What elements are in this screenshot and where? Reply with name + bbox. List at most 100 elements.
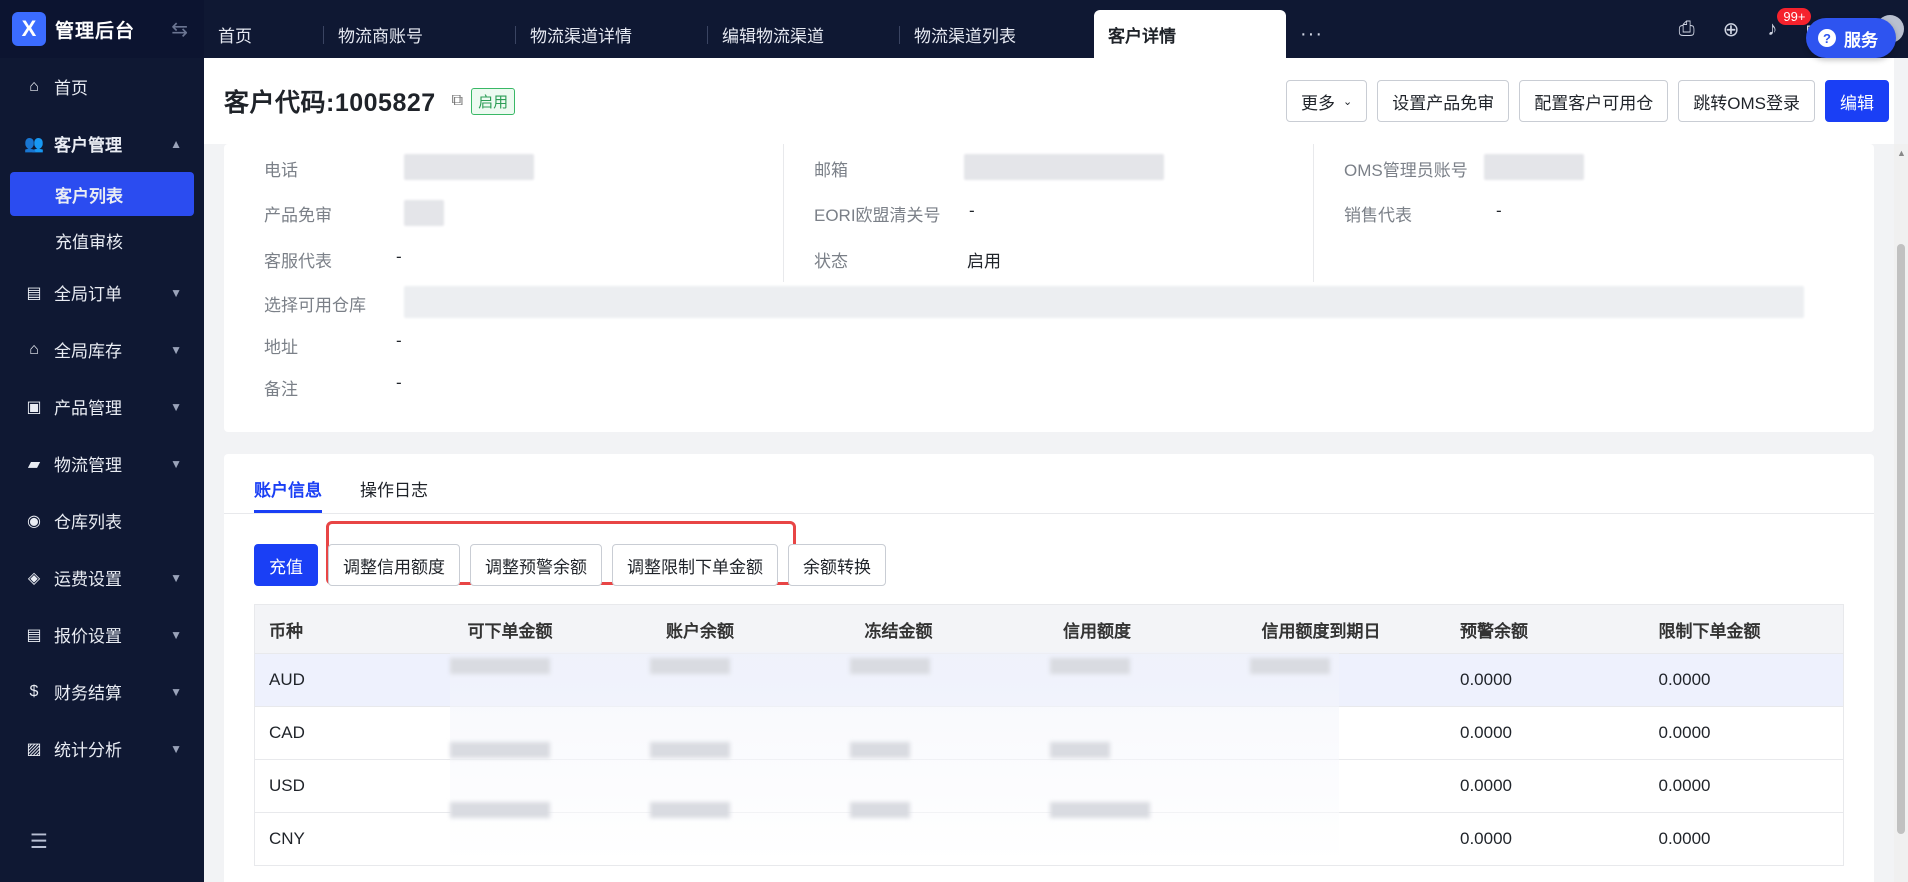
- scroll-up-icon[interactable]: ▲: [1897, 148, 1906, 158]
- warehouse-label: 选择可用仓库: [264, 296, 366, 315]
- brand[interactable]: X 管理后台 ⇆: [0, 0, 204, 58]
- address-label: 地址: [264, 338, 298, 357]
- redacted-amounts: [450, 652, 1339, 862]
- sidebar-item-label: 产品管理: [54, 399, 122, 418]
- sidebar-item-label: 报价设置: [54, 627, 122, 646]
- sidebar-item-quote-settings[interactable]: ▤ 报价设置 ▼: [0, 606, 204, 663]
- remark-label: 备注: [264, 380, 298, 399]
- brand-name: 管理后台: [55, 20, 136, 42]
- order-limit-cell: 0.0000: [1658, 776, 1711, 795]
- finance-icon: $: [29, 682, 39, 700]
- chevron-down-icon: ▼: [170, 342, 182, 357]
- collapse-menu-icon[interactable]: ☰: [30, 829, 48, 854]
- service-button[interactable]: ? 服务: [1806, 18, 1896, 58]
- truck-icon: ▰: [27, 455, 41, 473]
- currency-cell: AUD: [269, 670, 305, 689]
- tab-home[interactable]: 首页: [204, 10, 324, 58]
- tab-label: 物流渠道详情: [530, 26, 632, 46]
- chevron-down-icon: ▼: [170, 570, 182, 585]
- tab-label: 首页: [218, 26, 252, 46]
- edit-button[interactable]: 编辑: [1825, 80, 1889, 122]
- shipping-icon: ◈: [27, 569, 41, 587]
- home-icon: ⌂: [29, 77, 39, 95]
- sidebar-item-customer-list[interactable]: 客户列表: [10, 172, 194, 216]
- page-header: 客户代码:1005827 ⧉ 启用 更多 ⌄ 设置产品免审 配置客户可用仓 跳转O…: [204, 58, 1894, 144]
- column-header: 预警余额: [1460, 621, 1528, 641]
- chevron-down-icon: ▼: [170, 399, 182, 414]
- oms-login-button[interactable]: 跳转OMS登录: [1678, 80, 1815, 122]
- sidebar-item-product-management[interactable]: ▣ 产品管理 ▼: [0, 378, 204, 435]
- copy-icon[interactable]: ⧉: [452, 92, 463, 110]
- status-badge: 启用: [471, 87, 516, 115]
- warning-balance-cell: 0.0000: [1460, 670, 1512, 689]
- tab-operation-log[interactable]: 操作日志: [360, 476, 428, 513]
- sidebar-item-label: 充值审核: [55, 232, 123, 252]
- sidebar-item-finance[interactable]: $ 财务结算 ▼: [0, 663, 204, 720]
- sidebar-item-home[interactable]: ⌂ 首页: [0, 58, 204, 115]
- adjust-order-limit-button[interactable]: 调整限制下单金额: [612, 544, 778, 586]
- column-divider: [1313, 144, 1314, 282]
- location-icon: ◉: [27, 512, 41, 530]
- set-product-exempt-button[interactable]: 设置产品免审: [1377, 80, 1510, 122]
- inbox-icon[interactable]: ⎙: [1679, 18, 1695, 41]
- address-value: -: [396, 331, 402, 350]
- sidebar-item-label: 财务结算: [54, 684, 122, 703]
- tab-channel-list[interactable]: 物流渠道列表: [900, 10, 1094, 58]
- scrollbar-thumb[interactable]: [1897, 244, 1905, 834]
- tab-customer-detail[interactable]: 客户详情: [1094, 10, 1286, 58]
- more-tabs-icon[interactable]: ···: [1286, 10, 1342, 58]
- sidebar-item-recharge-review[interactable]: 充值审核: [0, 216, 204, 264]
- chevron-down-icon: ▼: [170, 684, 182, 699]
- download-icon[interactable]: ⊕: [1723, 17, 1740, 42]
- tab-edit-channel[interactable]: 编辑物流渠道: [708, 10, 900, 58]
- remark-value: -: [396, 373, 402, 392]
- tab-label: 物流渠道列表: [914, 26, 1016, 46]
- column-header: 币种: [269, 621, 303, 641]
- users-icon: 👥: [24, 135, 44, 153]
- balance-transfer-button[interactable]: 余额转换: [788, 544, 886, 586]
- configure-warehouse-button[interactable]: 配置客户可用仓: [1519, 80, 1669, 122]
- chevron-down-icon: ▼: [170, 285, 182, 300]
- currency-cell: CNY: [269, 829, 305, 848]
- sidebar-item-logistics[interactable]: ▰ 物流管理 ▼: [0, 435, 204, 492]
- account-card: 账户信息 操作日志 充值 调整信用额度 调整预警余额 调整限制下单金额 余额转换…: [224, 454, 1874, 882]
- warning-balance-cell: 0.0000: [1460, 776, 1512, 795]
- customer-info-card: 电话 邮箱 OMS管理员账号 产品免审 EORI欧盟清关号 - 销售代表 - 客…: [224, 144, 1874, 432]
- sidebar-item-label: 首页: [54, 79, 88, 98]
- sidebar-item-customer-management[interactable]: 👥 客户管理 ▲: [0, 115, 204, 172]
- cs-rep-label: 客服代表: [264, 252, 332, 271]
- sidebar-item-warehouse-list[interactable]: ◉ 仓库列表: [0, 492, 204, 549]
- sidebar-item-statistics[interactable]: ▨ 统计分析 ▼: [0, 720, 204, 777]
- sidebar-item-freight-settings[interactable]: ◈ 运费设置 ▼: [0, 549, 204, 606]
- tab-label: 物流商账号: [338, 26, 423, 46]
- phone-value-redacted: [404, 154, 534, 180]
- account-actions: 充值 调整信用额度 调整预警余额 调整限制下单金额 余额转换: [254, 544, 886, 586]
- sidebar-item-label: 客户管理: [54, 136, 122, 155]
- sidebar-item-label: 仓库列表: [54, 513, 122, 532]
- adjust-credit-button[interactable]: 调整信用额度: [328, 544, 460, 586]
- sidebar-item-label: 全局库存: [54, 342, 122, 361]
- recharge-button[interactable]: 充值: [254, 544, 318, 586]
- more-button[interactable]: 更多 ⌄: [1286, 80, 1368, 122]
- order-limit-cell: 0.0000: [1658, 670, 1711, 689]
- page-scrollbar[interactable]: ▲: [1894, 144, 1908, 882]
- warehouse-value-redacted: [404, 286, 1804, 318]
- bell-icon[interactable]: ♪ 99+: [1767, 7, 1812, 41]
- tab-account-info[interactable]: 账户信息: [254, 476, 322, 513]
- chevron-down-icon: ▼: [170, 456, 182, 471]
- email-label: 邮箱: [814, 161, 848, 180]
- sidebar-item-global-orders[interactable]: ▤ 全局订单 ▼: [0, 264, 204, 321]
- order-icon: ▤: [26, 284, 42, 302]
- tab-logistics-account[interactable]: 物流商账号: [324, 10, 516, 58]
- sidebar-item-label: 客户列表: [55, 186, 123, 206]
- column-divider: [783, 144, 784, 282]
- tab-channel-detail[interactable]: 物流渠道详情: [516, 10, 708, 58]
- adjust-warning-balance-button[interactable]: 调整预警余额: [470, 544, 602, 586]
- oms-account-value-redacted: [1484, 154, 1584, 180]
- chevron-up-icon: ▲: [170, 136, 182, 151]
- tab-divider: [224, 513, 1874, 514]
- sidebar-item-global-inventory[interactable]: ⌂ 全局库存 ▼: [0, 321, 204, 378]
- swap-icon[interactable]: ⇆: [171, 17, 188, 42]
- column-header: 可下单金额: [467, 621, 553, 641]
- chevron-down-icon: ▼: [170, 627, 182, 642]
